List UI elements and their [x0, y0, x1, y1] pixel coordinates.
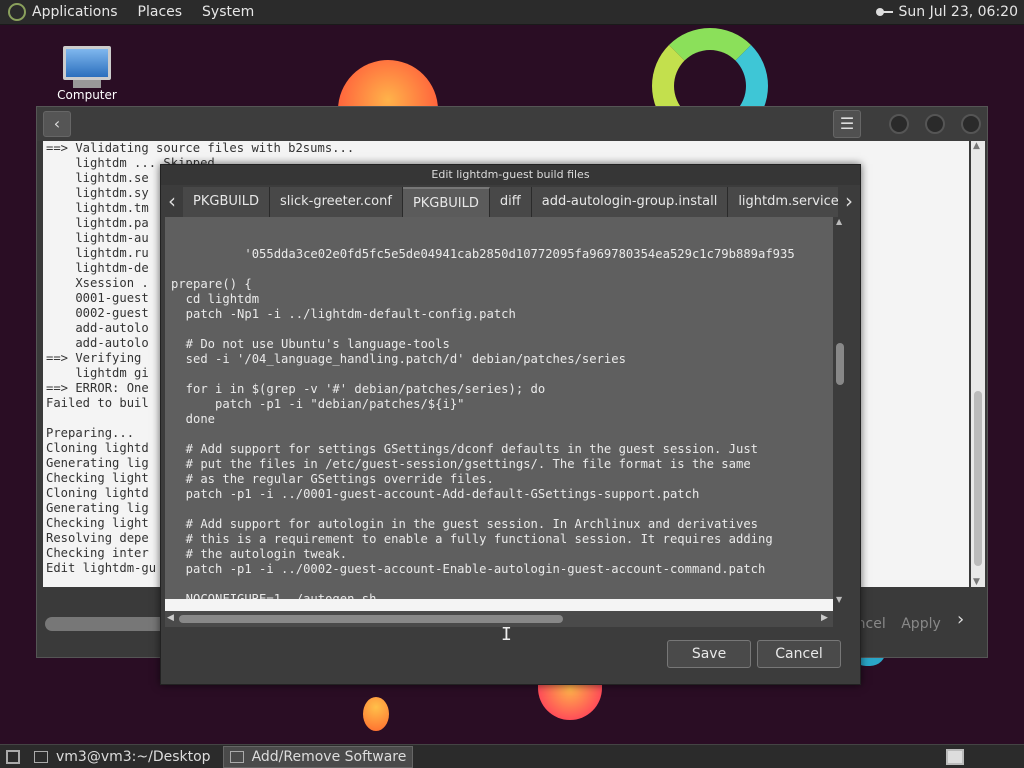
next-arrow-icon[interactable]: › — [957, 609, 964, 630]
taskbar-item-label: Add/Remove Software — [251, 748, 407, 765]
window-icon — [229, 750, 244, 763]
cancel-button[interactable]: Cancel — [757, 640, 841, 668]
editor-line: patch -p1 -i "debian/patches/${i}" — [171, 397, 465, 411]
scroll-up-icon[interactable]: ▲ — [836, 217, 842, 226]
scroll-down-icon[interactable]: ▼ — [973, 577, 980, 587]
save-button[interactable]: Save — [667, 640, 751, 668]
editor-line: sed -i '/04_language_handling.patch/d' d… — [171, 352, 626, 366]
menu-places[interactable]: Places — [138, 4, 183, 20]
editor-line: # this is a requirement to enable a full… — [171, 532, 773, 546]
text-cursor-icon: I — [501, 624, 512, 645]
scroll-right-icon[interactable]: ▶ — [821, 613, 828, 623]
editor-hscroll-thumb[interactable] — [179, 615, 563, 623]
computer-icon — [63, 46, 111, 80]
key-icon[interactable] — [871, 5, 893, 19]
scroll-up-icon[interactable]: ▲ — [973, 141, 980, 151]
wallpaper-small-circle — [363, 697, 389, 731]
editor-line: # put the files in /etc/guest-session/gs… — [171, 457, 751, 471]
taskbar-item-label: vm3@vm3:~/Desktop — [56, 748, 211, 765]
tab-strip: PKGBUILD slick-greeter.conf PKGBUILD diff ad… — [183, 187, 838, 217]
log-line: ==> Validating source files with b2sums.… — [46, 141, 355, 155]
scroll-down-icon[interactable]: ▼ — [836, 595, 842, 604]
editor-vertical-scrollbar[interactable]: ▲ ▼ — [833, 217, 847, 609]
distro-logo-icon[interactable] — [8, 3, 26, 21]
taskbar-item[interactable]: Add/Remove Software — [222, 745, 414, 768]
editor-line: cd lightdm — [171, 292, 260, 306]
file-tabs: ‹ PKGBUILD slick-greeter.conf PKGBUILD diff… — [161, 187, 860, 217]
tab-lightdm-service[interactable]: lightdm.service — [728, 187, 838, 217]
editor-line: # Do not use Ubuntu's language-tools — [171, 337, 450, 351]
editor-line: done — [171, 412, 216, 426]
log-scrollbar-thumb[interactable] — [974, 391, 982, 566]
editor-line: # as the regular GSettings override file… — [171, 472, 494, 486]
scroll-left-icon[interactable]: ◀ — [167, 613, 174, 623]
bottom-taskbar: vm3@vm3:~/Desktop Add/Remove Software — [0, 744, 1024, 768]
dialog-title: Edit lightdm-guest build files — [161, 165, 860, 185]
editor-line: '055dda3ce02e0fd5fc5e5de04941cab2850d107… — [171, 247, 795, 261]
editor-horizontal-scrollbar[interactable]: ◀ ▶ — [165, 611, 833, 627]
log-scrollbar[interactable]: ▲ ▼ — [971, 141, 985, 587]
taskbar-item[interactable]: vm3@vm3:~/Desktop — [28, 746, 217, 768]
editor-vscroll-thumb[interactable] — [836, 343, 844, 385]
editor-line: patch -p1 -i ../0001-guest-account-Add-d… — [171, 487, 700, 501]
close-button[interactable] — [961, 114, 981, 134]
tabs-next-icon[interactable]: › — [838, 187, 860, 217]
apply-button[interactable]: Apply — [897, 611, 945, 637]
editor-line: for i in $(grep -v '#' debian/patches/se… — [171, 382, 546, 396]
desktop-icon-label: Computer — [57, 88, 117, 102]
tab-pkgbuild[interactable]: PKGBUILD — [183, 187, 270, 217]
editor-line: # Add support for settings GSettings/dco… — [171, 442, 758, 456]
tab-add-autologin-group-install[interactable]: add-autologin-group.install — [531, 187, 729, 217]
tab-pkgbuild[interactable]: PKGBUILD — [402, 187, 490, 217]
clock[interactable]: Sun Jul 23, 06:20 — [899, 4, 1019, 20]
file-editor[interactable]: '055dda3ce02e0fd5fc5e5de04941cab2850d107… — [165, 217, 833, 599]
tabs-prev-icon[interactable]: ‹ — [161, 187, 183, 217]
editor-line: prepare() { — [171, 277, 252, 291]
editor-line: patch -Np1 -i ../lightdm-default-config.… — [171, 307, 516, 321]
window-titlebar: ‹ ☰ — [37, 107, 987, 141]
desktop-icon-computer[interactable]: Computer — [55, 46, 119, 102]
top-panel: Applications Places System Sun Jul 23, 0… — [0, 0, 1024, 25]
menu-applications[interactable]: Applications — [32, 4, 118, 20]
editor-line: # Add support for autologin in the guest… — [171, 517, 758, 531]
workspace-switcher-icon[interactable] — [946, 748, 964, 765]
tab-slick-greeter-conf[interactable]: slick-greeter.conf — [269, 187, 403, 217]
show-desktop-icon[interactable] — [6, 749, 20, 764]
edit-build-files-dialog: Edit lightdm-guest build files ‹ PKGBUIL… — [160, 164, 861, 685]
menu-system[interactable]: System — [202, 4, 254, 20]
tab-diff[interactable]: diff — [489, 187, 532, 217]
minimize-button[interactable] — [889, 114, 909, 134]
window-icon — [34, 750, 48, 763]
back-button[interactable]: ‹ — [43, 111, 71, 137]
maximize-button[interactable] — [925, 114, 945, 134]
editor-line: NOCONFIGURE=1 ./autogen.sh — [171, 592, 377, 599]
editor-line: patch -p1 -i ../0002-guest-account-Enabl… — [171, 562, 766, 576]
editor-line: # the autologin tweak. — [171, 547, 348, 561]
hamburger-menu-icon[interactable]: ☰ — [833, 110, 861, 138]
